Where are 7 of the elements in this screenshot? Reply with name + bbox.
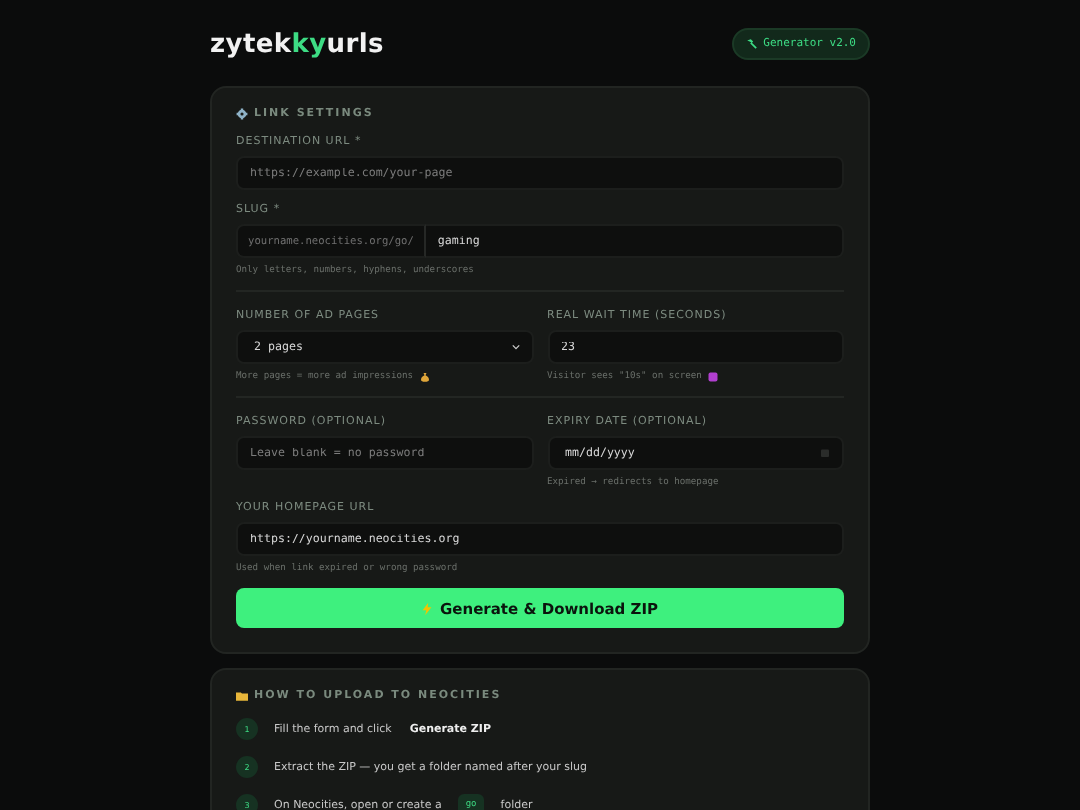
lightning-icon	[422, 601, 432, 615]
hammer-icon	[745, 38, 758, 50]
chevron-down-icon	[511, 344, 519, 350]
logo-text: zytekkyurls	[210, 29, 384, 59]
money-bag-icon	[419, 372, 430, 382]
calendar-icon	[820, 448, 830, 458]
folder-icon	[236, 690, 248, 702]
